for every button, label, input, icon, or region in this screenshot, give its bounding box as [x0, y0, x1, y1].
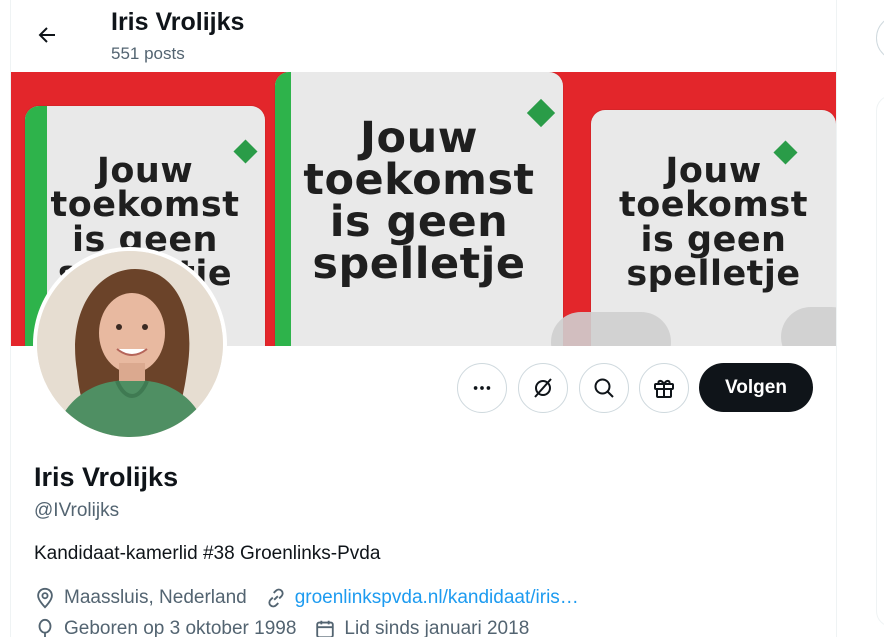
banner-card-middle: Jouw toekomst is geen spelletje [275, 72, 563, 346]
slogan-line: toekomst [50, 185, 240, 226]
slogan-line: Jouw [665, 151, 762, 191]
location-item: Maassluis, Nederland [34, 587, 247, 609]
profile-bio: Kandidaat-kamerlid #38 Groenlinks-Pvda [34, 543, 381, 564]
website-link[interactable]: groenlinkspvda.nl/kandidaat/iris… [295, 587, 579, 609]
arrow-left-icon [38, 27, 55, 43]
slogan-line: spelletje [626, 253, 801, 294]
slogan-line: Jouw [96, 151, 194, 191]
follow-button[interactable]: Volgen [699, 363, 813, 412]
location-text: Maassluis, Nederland [64, 587, 247, 608]
more-horizontal-icon [473, 386, 491, 390]
website-item: groenlinkspvda.nl/kandidaat/iris… [265, 587, 579, 609]
location-pin-icon [37, 587, 53, 609]
joined-item: Lid sinds januari 2018 [314, 618, 529, 637]
slogan-line: toekomst [303, 155, 535, 206]
sidebar-search-button[interactable] [876, 15, 884, 61]
grok-button[interactable] [518, 363, 568, 413]
search-profile-button[interactable] [579, 363, 629, 413]
slogan-line: is geen [640, 219, 787, 260]
profile-meta-row-2: Geboren op 3 oktober 1998 Lid sinds janu… [34, 618, 547, 637]
sidebar-panel [876, 95, 884, 627]
balloon-icon [38, 618, 52, 637]
birthday-text: Geboren op 3 oktober 1998 [64, 618, 297, 637]
gift-icon [654, 380, 674, 398]
card-slogan: Jouw toekomst is geen spelletje [275, 113, 563, 290]
profile-meta-row-1: Maassluis, Nederland groenlinkspvda.nl/k… [34, 587, 597, 609]
link-icon [268, 588, 284, 608]
profile-header: Iris Vrolijks 551 posts [11, 0, 836, 72]
joined-text: Lid sinds januari 2018 [344, 618, 530, 637]
gift-button[interactable] [639, 363, 689, 413]
card-slogan: Jouw toekomst is geen spelletje [591, 151, 836, 294]
profile-name: Iris Vrolijks [34, 462, 179, 492]
calendar-icon [316, 620, 335, 637]
hand-shape [551, 312, 671, 346]
more-button[interactable] [457, 363, 507, 413]
slogan-line: is geen [329, 197, 509, 248]
back-button[interactable] [29, 17, 65, 53]
birthday-item: Geboren op 3 oktober 1998 [34, 618, 296, 637]
profile-column: Iris Vrolijks 551 posts Jouw toekomst is… [10, 0, 837, 637]
header-title: Iris Vrolijks [111, 8, 245, 36]
grok-icon [534, 378, 552, 398]
slogan-line: spelletje [312, 239, 526, 290]
post-count: 551 posts [111, 44, 185, 63]
profile-handle: @IVrolijks [34, 500, 120, 521]
slogan-line: Jouw [360, 113, 478, 163]
search-icon [594, 378, 614, 398]
profile-actions: Volgen [11, 363, 836, 413]
slogan-line: toekomst [619, 185, 808, 226]
